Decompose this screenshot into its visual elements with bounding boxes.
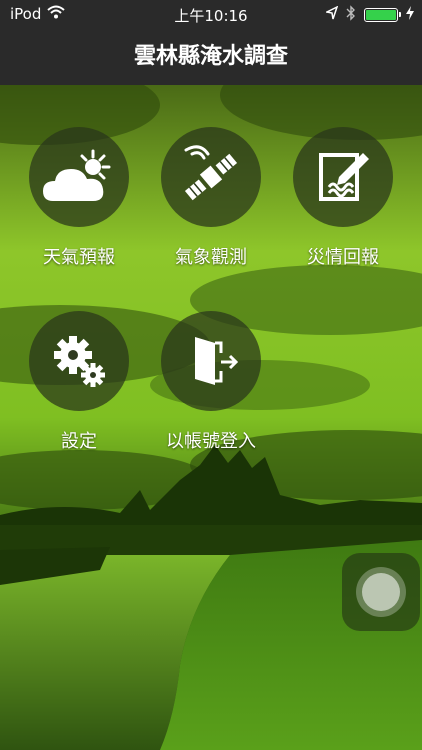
menu-label-login: 以帳號登入: [166, 431, 256, 452]
menu-label-weather: 天氣預報: [43, 247, 115, 268]
menu-disaster-report[interactable]: 災情回報: [273, 127, 413, 269]
login-icon[interactable]: [161, 311, 261, 411]
charging-bolt-icon: [406, 6, 414, 24]
page-title: 雲林縣淹水調查: [133, 44, 288, 69]
menu-label-settings: 設定: [61, 431, 97, 452]
gears-icon[interactable]: [29, 311, 129, 411]
assistive-touch-button[interactable]: [342, 553, 420, 631]
weather-icon[interactable]: [29, 127, 129, 227]
menu-label-report: 災情回報: [307, 247, 379, 268]
status-bar: iPod 上午10:16: [0, 0, 422, 28]
battery-icon: [364, 8, 401, 22]
menu-weather-forecast[interactable]: 天氣預報: [9, 127, 149, 269]
report-icon[interactable]: [293, 127, 393, 227]
menu-account-login[interactable]: 以帳號登入: [141, 311, 281, 453]
satellite-icon[interactable]: [161, 127, 261, 227]
location-arrow-icon: [324, 5, 339, 24]
bluetooth-icon: [346, 5, 356, 25]
menu-weather-observation[interactable]: 氣象觀測: [141, 127, 281, 269]
menu-label-observation: 氣象觀測: [175, 247, 247, 268]
nav-bar: 雲林縣淹水調查: [0, 28, 422, 85]
menu-settings[interactable]: 設定: [9, 311, 149, 453]
